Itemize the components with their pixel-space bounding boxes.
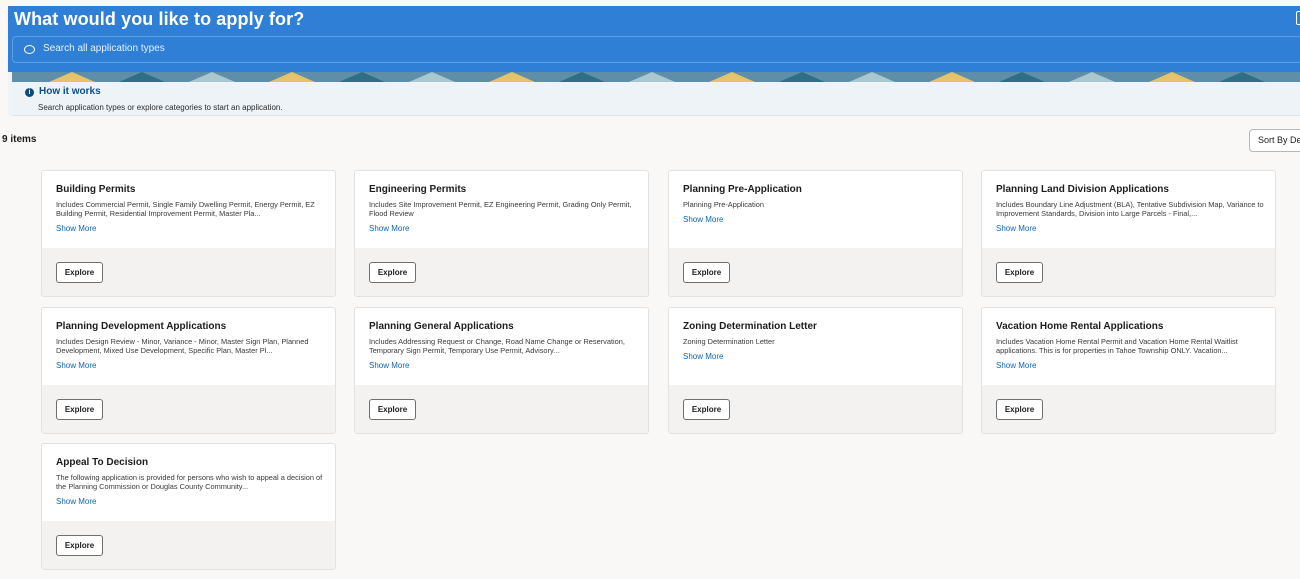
card-description: Planning Pre-Application [683, 200, 764, 209]
card-description: Includes Commercial Permit, Single Famil… [56, 200, 315, 219]
show-more-link[interactable]: Show More [996, 361, 1036, 370]
explore-button[interactable]: Explore [996, 399, 1043, 420]
how-it-works-panel: i How it works Search application types … [12, 82, 1300, 116]
application-card-appeal-to-decision: Appeal To Decision The following applica… [41, 443, 336, 570]
application-card-planning-development: Planning Development Applications Includ… [41, 307, 336, 434]
card-description: Includes Boundary Line Adjustment (BLA),… [996, 200, 1264, 219]
hero-banner: What would you like to apply for? Search… [8, 6, 1300, 116]
application-card-planning-land-division: Planning Land Division Applications Incl… [981, 170, 1276, 297]
card-footer: Explore [669, 385, 962, 433]
show-more-link[interactable]: Show More [683, 352, 723, 361]
card-description: Includes Vacation Home Rental Permit and… [996, 337, 1238, 356]
card-title: Planning General Applications [369, 321, 514, 332]
application-card-building-permits: Building Permits Includes Commercial Per… [41, 170, 336, 297]
show-more-link[interactable]: Show More [56, 224, 96, 233]
show-more-link[interactable]: Show More [369, 224, 409, 233]
card-title: Zoning Determination Letter [683, 321, 817, 332]
card-footer: Explore [42, 248, 335, 296]
show-more-link[interactable]: Show More [369, 361, 409, 370]
card-description: The following application is provided fo… [56, 473, 323, 492]
info-icon: i [25, 88, 34, 97]
page-title: What would you like to apply for? [14, 9, 305, 29]
hero-header: What would you like to apply for? Search… [8, 6, 1300, 72]
panel-toggle-button[interactable] [1296, 11, 1300, 25]
card-title: Appeal To Decision [56, 457, 149, 468]
card-title: Planning Land Division Applications [996, 184, 1169, 195]
explore-button[interactable]: Explore [683, 399, 730, 420]
results-count: 9 items [2, 134, 37, 145]
card-title: Building Permits [56, 184, 136, 195]
explore-button[interactable]: Explore [56, 535, 103, 556]
application-card-vacation-home-rental: Vacation Home Rental Applications Includ… [981, 307, 1276, 434]
card-footer: Explore [355, 248, 648, 296]
show-more-link[interactable]: Show More [56, 497, 96, 506]
card-description: Includes Site Improvement Permit, EZ Eng… [369, 200, 632, 219]
search-placeholder: Search all application types [43, 43, 165, 54]
application-card-planning-general: Planning General Applications Includes A… [354, 307, 649, 434]
card-title: Planning Pre-Application [683, 184, 802, 195]
card-footer: Explore [982, 385, 1275, 433]
explore-button[interactable]: Explore [996, 262, 1043, 283]
search-input[interactable]: Search all application types [12, 36, 1300, 63]
show-more-link[interactable]: Show More [56, 361, 96, 370]
card-title: Engineering Permits [369, 184, 467, 195]
card-title: Planning Development Applications [56, 321, 227, 332]
how-it-works-description: Search application types or explore cate… [38, 103, 283, 112]
application-card-planning-pre-application: Planning Pre-Application Planning Pre-Ap… [668, 170, 963, 297]
card-footer: Explore [355, 385, 648, 433]
card-description: Includes Addressing Request or Change, R… [369, 337, 625, 356]
search-icon [24, 45, 35, 54]
card-description: Zoning Determination Letter [683, 337, 775, 346]
show-more-link[interactable]: Show More [996, 224, 1036, 233]
card-footer: Explore [42, 521, 335, 569]
sort-button[interactable]: Sort By De [1249, 129, 1300, 152]
card-footer: Explore [42, 385, 335, 433]
application-card-engineering-permits: Engineering Permits Includes Site Improv… [354, 170, 649, 297]
show-more-link[interactable]: Show More [683, 215, 723, 224]
application-card-zoning-determination: Zoning Determination Letter Zoning Deter… [668, 307, 963, 434]
card-title: Vacation Home Rental Applications [996, 321, 1164, 332]
explore-button[interactable]: Explore [369, 262, 416, 283]
card-description: Includes Design Review - Minor, Variance… [56, 337, 309, 356]
explore-button[interactable]: Explore [56, 399, 103, 420]
card-footer: Explore [982, 248, 1275, 296]
explore-button[interactable]: Explore [369, 399, 416, 420]
how-it-works-title[interactable]: How it works [39, 86, 101, 97]
explore-button[interactable]: Explore [56, 262, 103, 283]
explore-button[interactable]: Explore [683, 262, 730, 283]
card-footer: Explore [669, 248, 962, 296]
